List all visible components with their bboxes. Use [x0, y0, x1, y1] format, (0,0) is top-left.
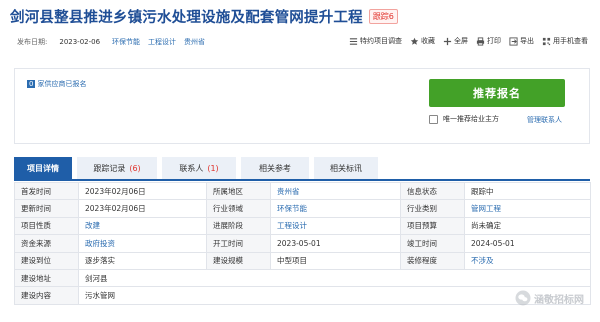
table-row: 项目性质 改建 进展阶段 工程设计 项目预算 尚未确定 — [14, 216, 591, 236]
field-label: 更新时间 — [14, 199, 79, 218]
field-value-link[interactable]: 不涉及 — [464, 251, 591, 270]
tab-project-details[interactable]: 项目详情 — [14, 157, 72, 179]
track-badge[interactable]: 跟踪6 — [368, 9, 398, 24]
supplier-count: 0 — [27, 80, 36, 88]
field-value: 2023年02月06日 — [78, 199, 207, 218]
field-label: 所属地区 — [206, 181, 271, 201]
tab-label: 跟踪记录 — [93, 163, 126, 173]
page-title: 剑河县整县推进乡镇污水处理设施及配套管网提升工程 — [10, 9, 363, 26]
field-value: 污水管网 — [78, 286, 591, 305]
expand-icon — [443, 37, 452, 45]
field-label: 行业类别 — [400, 199, 465, 218]
field-label: 建设内容 — [14, 286, 79, 305]
field-label: 信息状态 — [400, 181, 465, 201]
detail-tabs: 项目详情 跟踪记录 (6) 联系人 (1) 相关参考 相关标讯 — [14, 157, 383, 179]
field-label: 资金来源 — [14, 234, 79, 253]
project-info-table: 首发时间 2023年02月06日 所属地区 贵州省 信息状态 跟踪中 更新时间 2023年02… — [14, 181, 591, 305]
field-label: 项目预算 — [400, 216, 465, 236]
field-label: 竣工时间 — [400, 234, 465, 253]
field-label: 建设地址 — [14, 268, 79, 288]
printer-icon — [476, 36, 485, 46]
field-label: 进展阶段 — [206, 216, 271, 236]
wechat-icon — [515, 290, 531, 306]
supplier-count-link[interactable]: 0 家供应商已报名 — [27, 79, 86, 89]
field-label: 建设到位 — [14, 251, 79, 270]
field-label: 项目性质 — [14, 216, 79, 236]
tab-label: 项目详情 — [27, 163, 59, 173]
field-value-link[interactable]: 管网工程 — [464, 199, 591, 218]
watermark-text: 涵敬招标网 — [534, 294, 584, 306]
tab-label: 联系人 — [179, 163, 204, 173]
register-card: 0 家供应商已报名 推荐报名 唯一推荐给业主方 管理联系人 — [14, 68, 590, 144]
field-value-link[interactable]: 政府投资 — [78, 234, 207, 253]
recommend-register-button[interactable]: 推荐报名 — [429, 79, 565, 107]
export-icon — [509, 36, 518, 46]
table-row: 更新时间 2023年02月06日 行业领域 环保节能 行业类别 管网工程 — [14, 199, 591, 218]
manage-contacts-link[interactable]: 管理联系人 — [527, 115, 562, 125]
title-row: 剑河县整县推进乡镇污水处理设施及配套管网提升工程 跟踪6 — [10, 6, 398, 27]
tab-contacts[interactable]: 联系人 (1) — [162, 157, 236, 179]
field-value-link[interactable]: 贵州省 — [270, 181, 401, 201]
tag-region[interactable]: 贵州省 — [184, 37, 205, 47]
field-value: 剑河县 — [78, 268, 591, 288]
field-label: 首发时间 — [14, 181, 79, 201]
export-button[interactable]: 导出 — [509, 36, 534, 46]
table-row: 建设内容 污水管网 — [14, 286, 591, 305]
publish-date-label: 发布日期: — [17, 38, 48, 46]
print-button[interactable]: 打印 — [476, 36, 501, 46]
table-row: 资金来源 政府投资 开工时间 2023-05-01 竣工时间 2024-05-01 — [14, 234, 591, 253]
tag-industry[interactable]: 环保节能 — [112, 37, 140, 47]
table-row: 建设地址 剑河县 — [14, 268, 591, 288]
field-value: 逐步落实 — [78, 251, 207, 270]
field-value: 中型项目 — [270, 251, 401, 270]
tab-count: (6) — [129, 163, 141, 173]
publish-date: 2023-02-06 — [59, 38, 101, 46]
tab-label: 相关参考 — [259, 163, 291, 173]
exclusive-recommend-label: 唯一推荐给业主方 — [443, 115, 499, 123]
field-label: 装修程度 — [400, 251, 465, 270]
star-icon — [410, 37, 419, 45]
field-value: 尚未确定 — [464, 216, 591, 236]
field-label: 建设规模 — [206, 251, 271, 270]
favorite-button[interactable]: 收藏 — [410, 36, 435, 46]
meta-row: 发布日期: 2023-02-06 环保节能 工程设计 贵州省 — [17, 37, 205, 47]
table-row: 建设到位 逐步落实 建设规模 中型项目 装修程度 不涉及 — [14, 251, 591, 270]
tab-label: 相关标讯 — [330, 163, 362, 173]
qr-code-icon — [542, 37, 551, 45]
mobile-view-button[interactable]: 用手机查看 — [542, 36, 588, 46]
field-value-link[interactable]: 环保节能 — [270, 199, 401, 218]
tab-count: (1) — [207, 163, 219, 173]
field-value: 跟踪中 — [464, 181, 591, 201]
field-value-link[interactable]: 工程设计 — [270, 216, 401, 236]
special-survey-button[interactable]: 特约项目调查 — [349, 36, 402, 46]
exclusive-recommend-checkbox[interactable] — [429, 114, 438, 124]
supplier-count-text: 家供应商已报名 — [37, 80, 87, 88]
tag-stage[interactable]: 工程设计 — [148, 37, 176, 47]
table-row: 首发时间 2023年02月06日 所属地区 贵州省 信息状态 跟踪中 — [14, 181, 591, 201]
field-label: 行业领域 — [206, 199, 271, 218]
tab-tracking-records[interactable]: 跟踪记录 (6) — [77, 157, 157, 179]
exclusive-recommend-option[interactable]: 唯一推荐给业主方 — [429, 114, 499, 124]
tab-related-bids[interactable]: 相关标讯 — [314, 157, 378, 179]
field-value-link[interactable]: 改建 — [78, 216, 207, 236]
fullscreen-button[interactable]: 全屏 — [443, 36, 468, 46]
toolbar: 特约项目调查 收藏 全屏 打印 导出 用手机查看 — [341, 36, 588, 46]
list-icon — [349, 37, 358, 45]
field-value: 2024-05-01 — [464, 234, 591, 253]
tab-related-references[interactable]: 相关参考 — [241, 157, 309, 179]
watermark: 涵敬招标网 — [515, 290, 584, 306]
tab-underline — [14, 179, 590, 181]
field-value: 2023-05-01 — [270, 234, 401, 253]
field-value: 2023年02月06日 — [78, 181, 207, 201]
field-label: 开工时间 — [206, 234, 271, 253]
